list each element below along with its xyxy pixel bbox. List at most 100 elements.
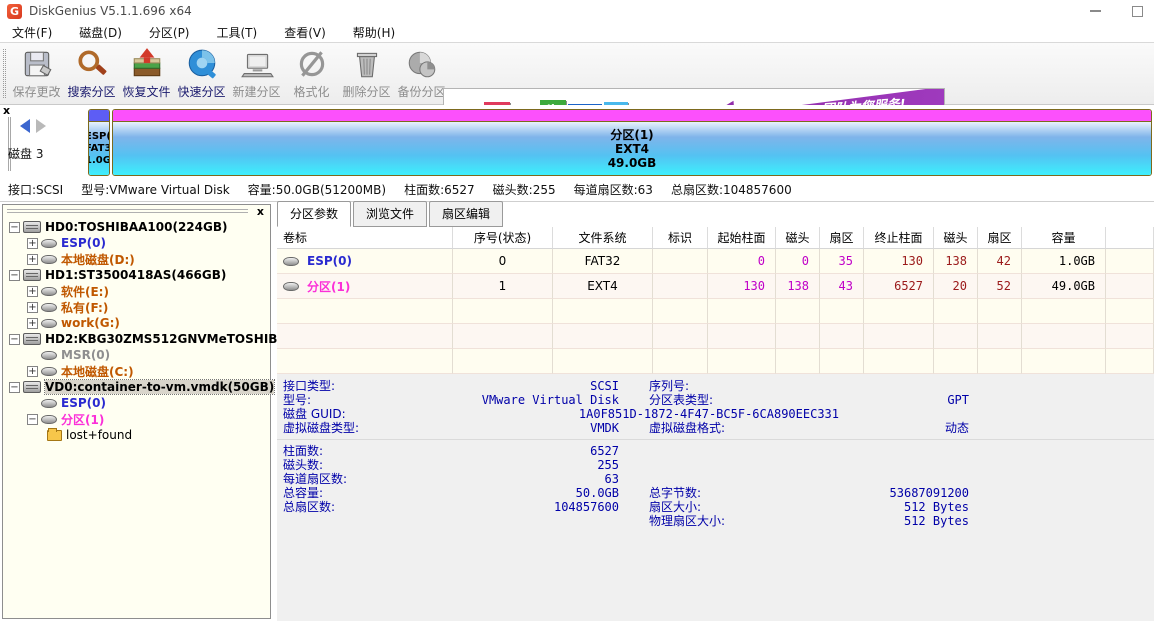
menu-view[interactable]: 查看(V): [272, 22, 341, 43]
collapse-icon[interactable]: −: [9, 270, 20, 281]
col-start-sector: 扇区: [820, 227, 864, 249]
menu-help[interactable]: 帮助(H): [341, 22, 410, 43]
panel-close-icon[interactable]: x: [3, 105, 10, 116]
tree-node-hd2-msr[interactable]: MSR(0): [3, 347, 270, 363]
menu-tools[interactable]: 工具(T): [205, 22, 273, 43]
expand-icon[interactable]: +: [27, 286, 38, 297]
recover-files-button[interactable]: 恢复文件: [119, 45, 174, 104]
search-partition-icon: [75, 47, 109, 81]
esp-name: ESP(0): [88, 131, 110, 143]
next-disk-arrow-icon[interactable]: [36, 119, 46, 133]
tree-node-hd1-f[interactable]: + 私有(F:): [3, 299, 270, 315]
tree-node-hd1-g[interactable]: + work(G:): [3, 315, 270, 331]
esp-fs: FAT32: [88, 143, 110, 155]
backup-partition-button[interactable]: 备份分区: [394, 45, 449, 104]
tab-sector-edit[interactable]: 扇区编辑: [429, 201, 503, 227]
esp-size: 1.0GB: [88, 155, 110, 167]
table-row-partition1[interactable]: 分区(1) 1 EXT4 130 138 43 6527 20 52 49.0G…: [277, 274, 1154, 299]
expand-icon[interactable]: +: [27, 254, 38, 265]
tree-node-vd0-esp[interactable]: ESP(0): [3, 395, 270, 411]
detail-row: 柱面数:6527: [277, 444, 1154, 458]
main-partition-name: 分区(1): [610, 128, 653, 142]
detail-row: 虚拟磁盘类型:VMDK 虚拟磁盘格式:动态: [277, 421, 1154, 435]
expand-icon[interactable]: +: [27, 318, 38, 329]
menu-disk[interactable]: 磁盘(D): [67, 22, 137, 43]
expand-icon[interactable]: +: [27, 366, 38, 377]
tree-node-hd2-c[interactable]: + 本地磁盘(C:): [3, 363, 270, 379]
hard-disk-icon: [23, 221, 41, 233]
partition-icon: [283, 282, 299, 291]
collapse-icon[interactable]: −: [9, 382, 20, 393]
table-empty-row: [277, 349, 1154, 374]
delete-partition-button[interactable]: 删除分区: [339, 45, 394, 104]
tree-panel-grip[interactable]: [7, 209, 248, 213]
toolbar: 保存更改 搜索分区 恢复文件: [0, 42, 1154, 105]
info-sectors-per-track: 每道扇区数:63: [574, 181, 653, 198]
tree-node-hd0-d[interactable]: + 本地磁盘(D:): [3, 251, 270, 267]
partition-icon: [41, 287, 57, 296]
partition-block-main[interactable]: 分区(1) EXT4 49.0GB: [112, 109, 1152, 176]
maximize-button[interactable]: [1122, 2, 1152, 20]
quick-partition-button[interactable]: 快速分区: [174, 45, 229, 104]
partition-block-esp[interactable]: ESP(0) FAT32 1.0GB: [88, 109, 110, 176]
tab-browse-files[interactable]: 浏览文件: [353, 201, 427, 227]
tab-partition-params[interactable]: 分区参数: [277, 201, 351, 227]
new-partition-icon: [240, 47, 274, 81]
details-divider: [277, 435, 1154, 440]
menu-partition[interactable]: 分区(P): [137, 22, 205, 43]
expand-icon[interactable]: +: [27, 302, 38, 313]
table-empty-row: [277, 324, 1154, 349]
info-interface: 接口:SCSI: [8, 181, 63, 198]
save-icon: [20, 47, 54, 81]
virtual-disk-icon: [23, 381, 41, 393]
detail-row: 磁头数:255: [277, 458, 1154, 472]
backup-partition-icon: [405, 47, 439, 81]
collapse-icon[interactable]: −: [9, 222, 20, 233]
app-logo-icon: G: [7, 4, 22, 19]
partition-icon: [41, 255, 57, 264]
partition-icon: [41, 399, 57, 408]
window-title: DiskGenius V5.1.1.696 x64: [29, 4, 192, 18]
tree-node-hd0[interactable]: − HD0:TOSHIBAA100(224GB): [3, 219, 270, 235]
partition-table: 卷标 序号(状态) 文件系统 标识 起始柱面 磁头 扇区 终止柱面 磁头 扇区 …: [277, 227, 1154, 374]
detail-row: 总容量:50.0GB 总字节数:53687091200: [277, 486, 1154, 500]
tree-node-vd0-part1[interactable]: − 分区(1): [3, 411, 270, 427]
save-changes-button[interactable]: 保存更改: [9, 45, 64, 104]
col-end-head: 磁头: [934, 227, 978, 249]
partition-icon: [41, 367, 57, 376]
collapse-icon[interactable]: −: [27, 414, 38, 425]
hard-disk-icon: [23, 269, 41, 281]
minimize-icon: [1090, 10, 1101, 12]
tree-node-hd1[interactable]: − HD1:ST3500418AS(466GB): [3, 267, 270, 283]
partition-icon: [41, 415, 57, 424]
current-disk-label: 磁盘 3: [8, 145, 43, 162]
menu-file[interactable]: 文件(F): [0, 22, 67, 43]
info-capacity: 容量:50.0GB(51200MB): [248, 181, 386, 198]
tree-node-hd2[interactable]: − HD2:KBG30ZMS512GNVMeTOSHIBA512GB: [3, 331, 270, 347]
tree-node-vd0[interactable]: − VD0:container-to-vm.vmdk(50GB): [3, 379, 270, 395]
main-partition-fs: EXT4: [615, 142, 649, 156]
table-row-esp[interactable]: ESP(0) 0 FAT32 0 0 35 130 138 42 1.0GB: [277, 249, 1154, 274]
main-partition-size: 49.0GB: [608, 156, 657, 170]
format-button[interactable]: 格式化: [284, 45, 339, 104]
panel-grip[interactable]: [8, 117, 11, 171]
col-capacity: 容量: [1022, 227, 1106, 249]
expand-icon[interactable]: +: [27, 238, 38, 249]
tree-node-hd1-e[interactable]: + 软件(E:): [3, 283, 270, 299]
prev-disk-arrow-icon[interactable]: [20, 119, 30, 133]
new-partition-button[interactable]: 新建分区: [229, 45, 284, 104]
detail-row-guid: 磁盘 GUID:1A0F851D-1872-4F47-BC5F-6CA890EE…: [277, 407, 1154, 421]
col-flag: 标识: [653, 227, 708, 249]
tree-node-lost-found[interactable]: lost+found: [3, 427, 270, 443]
minimize-button[interactable]: [1080, 2, 1110, 20]
tree-panel-close-icon[interactable]: x: [257, 205, 264, 218]
col-start-head: 磁头: [776, 227, 820, 249]
disk-graph-panel: x 磁盘 3 ESP(0) FAT32 1.0GB 分区(1) EXT4 49.…: [0, 105, 1154, 178]
quick-partition-icon: [185, 47, 219, 81]
search-partition-button[interactable]: 搜索分区: [64, 45, 119, 104]
toolbar-grip[interactable]: [3, 49, 6, 98]
col-end-cylinder: 终止柱面: [864, 227, 934, 249]
collapse-icon[interactable]: −: [9, 334, 20, 345]
tree-node-hd0-esp[interactable]: + ESP(0): [3, 235, 270, 251]
partition-icon: [41, 319, 57, 328]
